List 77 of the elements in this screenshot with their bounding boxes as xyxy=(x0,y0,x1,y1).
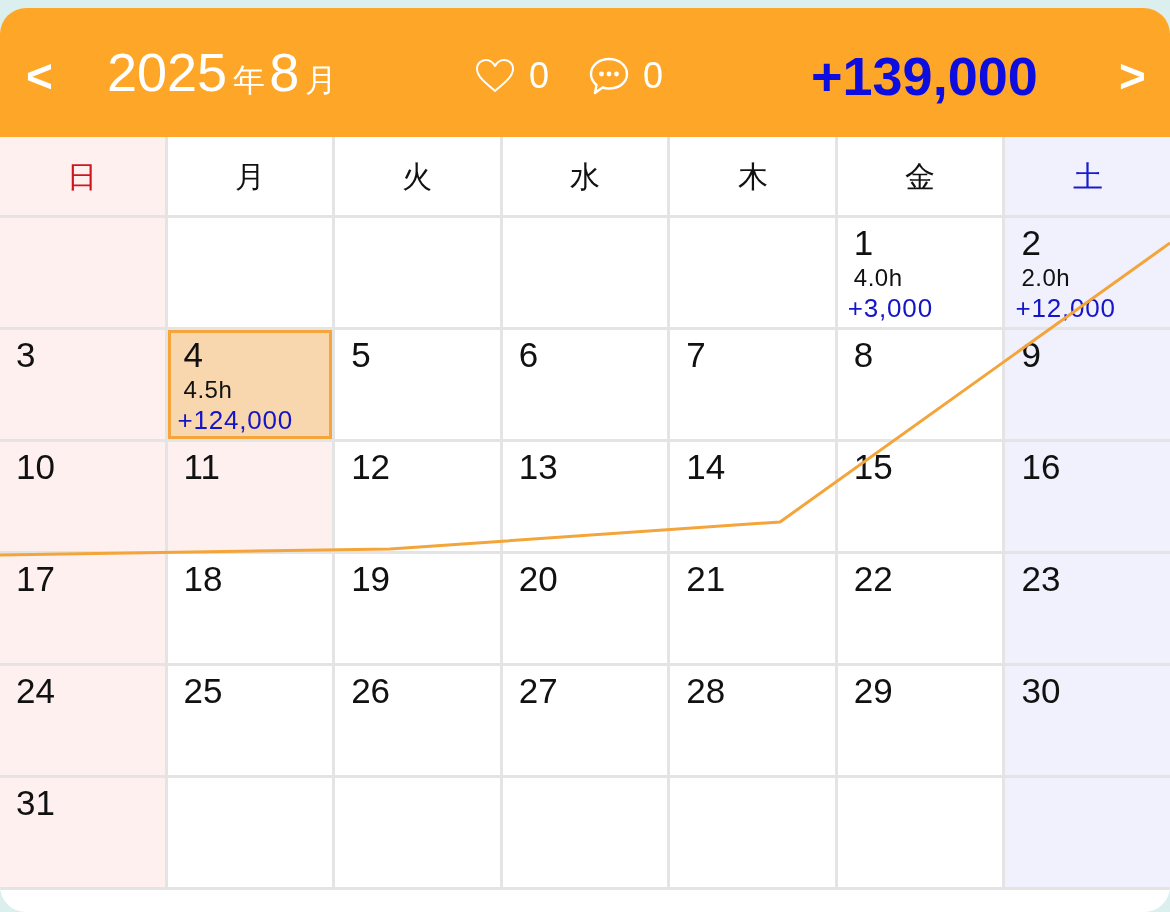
day-number: 18 xyxy=(183,560,223,598)
day-cell[interactable]: 24 xyxy=(0,666,165,775)
day-cell[interactable]: 1 4.0h +3,000 xyxy=(837,218,1003,327)
day-number: 28 xyxy=(686,672,726,710)
day-cell[interactable]: 23 xyxy=(1005,554,1170,663)
monthly-total: +139,000 xyxy=(811,45,1038,106)
day-number: 20 xyxy=(518,560,558,598)
day-cell[interactable]: 17 xyxy=(0,554,165,663)
amount-text: +3,000 xyxy=(847,292,933,324)
heart-icon xyxy=(475,57,515,94)
day-number: 27 xyxy=(518,672,558,710)
weekday-label: 土 xyxy=(1005,137,1170,215)
day-cell[interactable]: 26 xyxy=(335,666,500,775)
day-number: 29 xyxy=(853,672,893,710)
day-number: 14 xyxy=(686,448,726,486)
day-number: 25 xyxy=(183,672,223,710)
comment-count: 0 xyxy=(643,55,664,96)
day-number: 19 xyxy=(351,560,391,598)
day-number: 11 xyxy=(183,448,220,486)
month-title: 2025 年 8 月 xyxy=(107,41,338,104)
day-number: 15 xyxy=(853,448,893,486)
day-cell[interactable]: 10 xyxy=(0,442,165,551)
like-count: 0 xyxy=(529,55,550,96)
day-cell[interactable]: 18 xyxy=(167,554,333,663)
day-number: 23 xyxy=(1021,560,1061,598)
day-cell[interactable]: 13 xyxy=(502,442,668,551)
day-number: 21 xyxy=(686,560,726,598)
day-cell[interactable]: 11 xyxy=(167,442,333,551)
day-number: 2 xyxy=(1021,224,1041,262)
day-number: 6 xyxy=(518,336,539,374)
day-cell[interactable]: 22 xyxy=(837,554,1003,663)
day-number: 12 xyxy=(351,448,391,486)
hours-text: 2.0h xyxy=(1021,264,1071,292)
day-number: 31 xyxy=(16,784,55,822)
day-number: 8 xyxy=(853,336,874,374)
day-number: 16 xyxy=(1021,448,1061,486)
hours-text: 4.0h xyxy=(853,264,903,292)
day-number: 30 xyxy=(1021,672,1061,710)
day-cell[interactable]: 12 xyxy=(335,442,500,551)
amount-text: +124,000 xyxy=(177,404,294,436)
day-cell[interactable]: 27 xyxy=(502,666,668,775)
day-cell[interactable]: 4 4.5h +124,000 xyxy=(167,330,333,439)
day-cell[interactable]: 16 xyxy=(1005,442,1170,551)
day-number: 3 xyxy=(16,336,36,374)
day-cell[interactable]: 3 xyxy=(0,330,165,439)
day-cell[interactable]: 25 xyxy=(167,666,333,775)
weekday-label: 金 xyxy=(837,137,1003,215)
day-cell[interactable]: 31 xyxy=(0,778,165,887)
weekday-label: 水 xyxy=(502,137,668,215)
weekday-label: 日 xyxy=(0,137,165,215)
weekday-label: 月 xyxy=(167,137,333,215)
day-number: 1 xyxy=(853,224,874,262)
day-cell[interactable]: 21 xyxy=(670,554,835,663)
day-cell[interactable]: 8 xyxy=(837,330,1003,439)
day-cell[interactable]: 28 xyxy=(670,666,835,775)
day-cell[interactable]: 15 xyxy=(837,442,1003,551)
day-cell[interactable]: 20 xyxy=(502,554,668,663)
day-number: 5 xyxy=(351,336,371,374)
day-number: 7 xyxy=(686,336,706,374)
day-number: 10 xyxy=(16,448,55,486)
day-cell[interactable]: 14 xyxy=(670,442,835,551)
day-cell[interactable]: 29 xyxy=(837,666,1003,775)
day-cell[interactable]: 5 xyxy=(335,330,500,439)
day-cell[interactable]: 6 xyxy=(502,330,668,439)
weekday-label: 火 xyxy=(335,137,500,215)
day-number: 4 xyxy=(183,336,204,374)
hours-text: 4.5h xyxy=(183,376,233,404)
day-number: 24 xyxy=(16,672,55,710)
day-number: 13 xyxy=(518,448,558,486)
day-number: 26 xyxy=(351,672,391,710)
day-cell[interactable]: 7 xyxy=(670,330,835,439)
day-cell[interactable]: 30 xyxy=(1005,666,1170,775)
weekday-label: 木 xyxy=(670,137,835,215)
day-number: 22 xyxy=(853,560,893,598)
speech-bubble-icon xyxy=(588,55,630,96)
day-cell[interactable]: 19 xyxy=(335,554,500,663)
day-number: 17 xyxy=(16,560,55,598)
